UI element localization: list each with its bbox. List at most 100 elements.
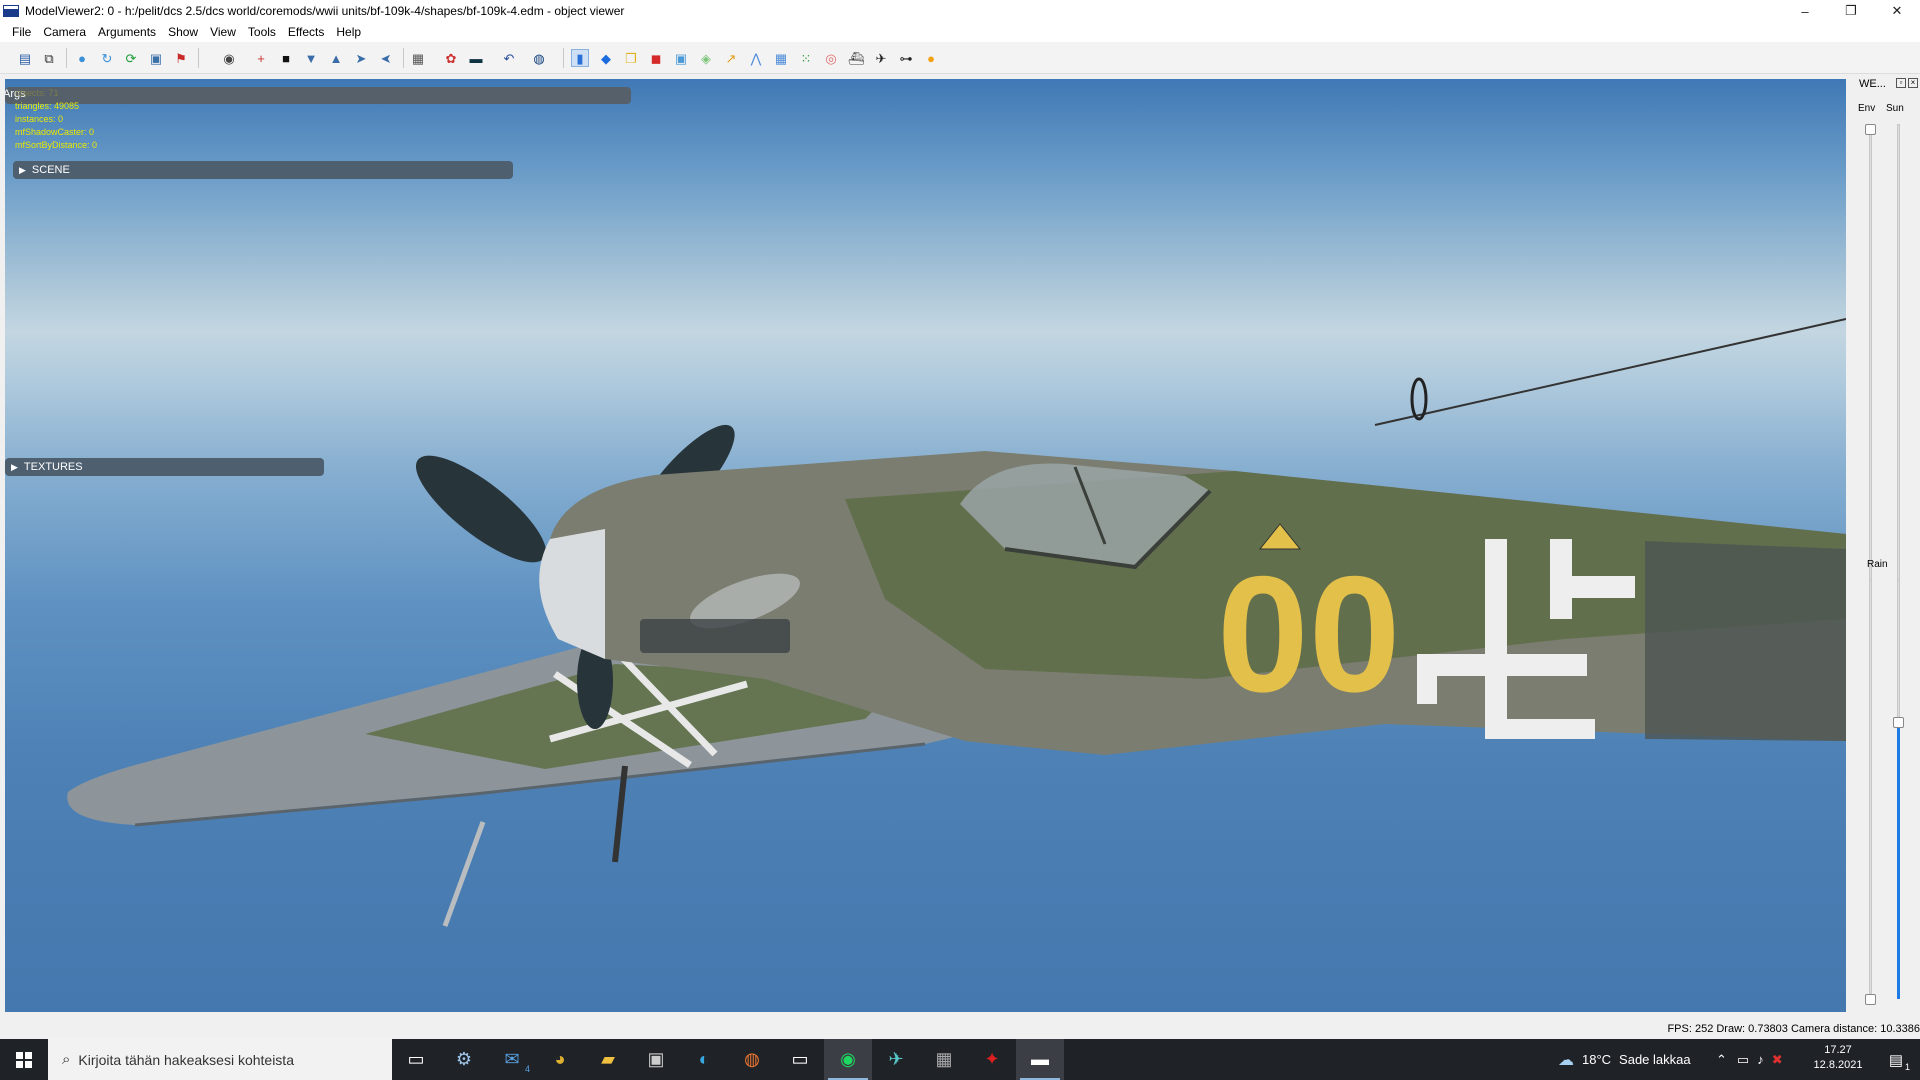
status-text: FPS: 252 Draw: 0.73803 Camera distance: … bbox=[1667, 1023, 1920, 1035]
close-button[interactable]: ✕ bbox=[1874, 0, 1920, 22]
scene-panel[interactable]: ▶ SCENE bbox=[13, 161, 513, 179]
bar-chart-icon[interactable]: ▮ bbox=[571, 49, 589, 67]
boat-icon[interactable]: ⛴ bbox=[847, 49, 865, 67]
oculus-icon[interactable]: ▭ bbox=[776, 1039, 824, 1080]
sphere-icon[interactable]: ● bbox=[73, 49, 91, 67]
camera-icon[interactable]: ◉ bbox=[220, 49, 238, 67]
save-icon[interactable]: ▤ bbox=[16, 49, 34, 67]
palette-icon[interactable]: ✿ bbox=[442, 49, 460, 67]
aircraft-code: 00 bbox=[1217, 542, 1401, 726]
status-bar: FPS: 252 Draw: 0.73803 Camera distance: … bbox=[0, 1012, 1920, 1039]
firefox-icon[interactable]: ◍ bbox=[728, 1039, 776, 1080]
cube-blue-icon[interactable]: ◆ bbox=[597, 49, 615, 67]
title-bar: ModelViewer2: 0 - h:/pelit/dcs 2.5/dcs w… bbox=[0, 0, 1920, 22]
search-placeholder: Kirjoita tähän hakeaksesi kohteista bbox=[78, 1051, 294, 1068]
menu-view[interactable]: View bbox=[204, 25, 242, 39]
car-icon[interactable]: ⊶ bbox=[897, 49, 915, 67]
pdf-icon[interactable]: ⚑ bbox=[172, 49, 190, 67]
network-icon[interactable]: ▭ bbox=[1737, 1052, 1749, 1068]
store-icon[interactable]: ▣ bbox=[632, 1039, 680, 1080]
lod-icon[interactable]: ▲ bbox=[327, 49, 345, 67]
dots-grid-icon[interactable]: ⁙ bbox=[797, 49, 815, 67]
light-icon[interactable]: ◈ bbox=[697, 49, 715, 67]
bounding-box-icon[interactable]: ■ bbox=[277, 49, 295, 67]
menu-show[interactable]: Show bbox=[162, 25, 204, 39]
sun-label: Sun bbox=[1886, 103, 1904, 114]
terminal-icon[interactable]: ▬ bbox=[467, 49, 485, 67]
args-panel-bar[interactable] bbox=[5, 87, 631, 104]
task-view-icon[interactable]: ▭ bbox=[392, 1039, 440, 1080]
steam-icon[interactable]: ⚙ bbox=[440, 1039, 488, 1080]
wind-icon[interactable]: ✈ bbox=[872, 49, 890, 67]
record-icon[interactable]: ◍ bbox=[530, 49, 548, 67]
modelviewer-task-icon[interactable]: ▬ bbox=[1016, 1039, 1064, 1080]
menu-tools[interactable]: Tools bbox=[242, 25, 282, 39]
notification-icon[interactable]: ▤ 1 bbox=[1872, 1039, 1920, 1080]
rain-slider-track[interactable] bbox=[1869, 579, 1872, 999]
menu-effects[interactable]: Effects bbox=[282, 25, 330, 39]
render-stats: objects: 71 triangles: 49085 instances: … bbox=[15, 87, 97, 152]
menu-arguments[interactable]: Arguments bbox=[92, 25, 162, 39]
weather-temp: 18°C bbox=[1582, 1052, 1612, 1067]
minimize-button[interactable]: – bbox=[1782, 0, 1828, 22]
arrow-left-icon[interactable]: ➤ bbox=[377, 49, 395, 67]
chevron-up-icon[interactable]: ⌃ bbox=[1716, 1052, 1727, 1068]
sun-icon[interactable]: ● bbox=[922, 49, 940, 67]
weather-panel: WE... ▫ × Env Sun Rain bbox=[1846, 74, 1920, 1012]
expand-arrow-icon: ▶ bbox=[19, 164, 26, 175]
system-tray: ⌃ ▭ ♪ ✖ bbox=[1716, 1039, 1783, 1080]
panel-close-icon[interactable]: × bbox=[1908, 78, 1918, 88]
env-label: Env bbox=[1858, 103, 1876, 114]
funnel-icon[interactable]: ▼ bbox=[302, 49, 320, 67]
target-icon[interactable]: ◎ bbox=[822, 49, 840, 67]
clock[interactable]: 17.27 12.8.2021 bbox=[1808, 1043, 1868, 1073]
menu-help[interactable]: Help bbox=[330, 25, 367, 39]
dropbox-icon[interactable]: ✖ bbox=[1772, 1052, 1783, 1068]
taskbar: ⌕ Kirjoita tähän hakeaksesi kohteista ▭ … bbox=[0, 1039, 1920, 1080]
screenshot-icon[interactable]: ⧉ bbox=[40, 49, 58, 67]
scene-label: SCENE bbox=[31, 164, 70, 176]
dcs-icon[interactable]: ✈ bbox=[872, 1039, 920, 1080]
image-icon[interactable]: ▣ bbox=[147, 49, 165, 67]
file-explorer-icon[interactable]: ▰ bbox=[584, 1039, 632, 1080]
grid-icon[interactable]: ▦ bbox=[772, 49, 790, 67]
cube-red-icon[interactable]: ◼ bbox=[647, 49, 665, 67]
textures-panel[interactable]: ▶ TEXTURES bbox=[5, 458, 324, 476]
stat-shadow-caster: mfShadowCaster: 0 bbox=[15, 127, 95, 137]
maximize-button[interactable]: ❐ bbox=[1828, 0, 1874, 22]
menu-camera[interactable]: Camera bbox=[37, 25, 92, 39]
stat-instances: instances: 0 bbox=[15, 114, 64, 124]
undock-icon[interactable]: ▫ bbox=[1896, 78, 1906, 88]
start-button[interactable] bbox=[0, 1039, 48, 1080]
env-slider-handle[interactable] bbox=[1865, 124, 1876, 135]
clock-time: 17.27 bbox=[1824, 1044, 1852, 1056]
graph-icon[interactable]: ↗ bbox=[722, 49, 740, 67]
rain-label: Rain bbox=[1867, 559, 1888, 570]
stat-sort-by-distance: mfSortByDistance: 0 bbox=[15, 140, 98, 150]
rain-slider-handle[interactable] bbox=[1865, 994, 1876, 1005]
copy-icon[interactable]: ❐ bbox=[622, 49, 640, 67]
spline-icon[interactable]: ⋀ bbox=[747, 49, 765, 67]
sun-lower-slider-handle[interactable] bbox=[1893, 717, 1904, 728]
photos-icon[interactable]: ▦ bbox=[920, 1039, 968, 1080]
volume-icon[interactable]: ♪ bbox=[1757, 1052, 1764, 1067]
box-icon[interactable]: ▣ bbox=[672, 49, 690, 67]
stat-triangles: triangles: 49085 bbox=[15, 101, 80, 111]
chrome-icon[interactable]: ◕ bbox=[536, 1039, 584, 1080]
taskbar-search-box[interactable]: ⌕ Kirjoita tähän hakeaksesi kohteista bbox=[48, 1039, 392, 1080]
arrow-right-icon[interactable]: ➤ bbox=[352, 49, 370, 67]
texture-icon[interactable]: ▦ bbox=[409, 49, 427, 67]
acrobat-icon[interactable]: ✦ bbox=[968, 1039, 1016, 1080]
mail-icon[interactable]: ✉ 4 bbox=[488, 1039, 536, 1080]
axis-icon[interactable]: + bbox=[252, 49, 270, 67]
edge-icon[interactable]: ◐ bbox=[680, 1039, 728, 1080]
refresh-icon[interactable]: ⟳ bbox=[122, 49, 140, 67]
3d-viewport[interactable]: 00 Args objects: 71 triangles: 49085 ins… bbox=[5, 79, 1846, 1012]
menu-bar: File Camera Arguments Show View Tools Ef… bbox=[0, 22, 1920, 42]
spotify-icon[interactable]: ◉ bbox=[824, 1039, 872, 1080]
undo-icon[interactable]: ↶ bbox=[500, 49, 518, 67]
weather-widget[interactable]: ☁ 18°C Sade lakkaa bbox=[1558, 1039, 1691, 1080]
expand-arrow-icon: ▶ bbox=[11, 461, 18, 472]
reset-icon[interactable]: ↻ bbox=[98, 49, 116, 67]
menu-file[interactable]: File bbox=[6, 25, 37, 39]
